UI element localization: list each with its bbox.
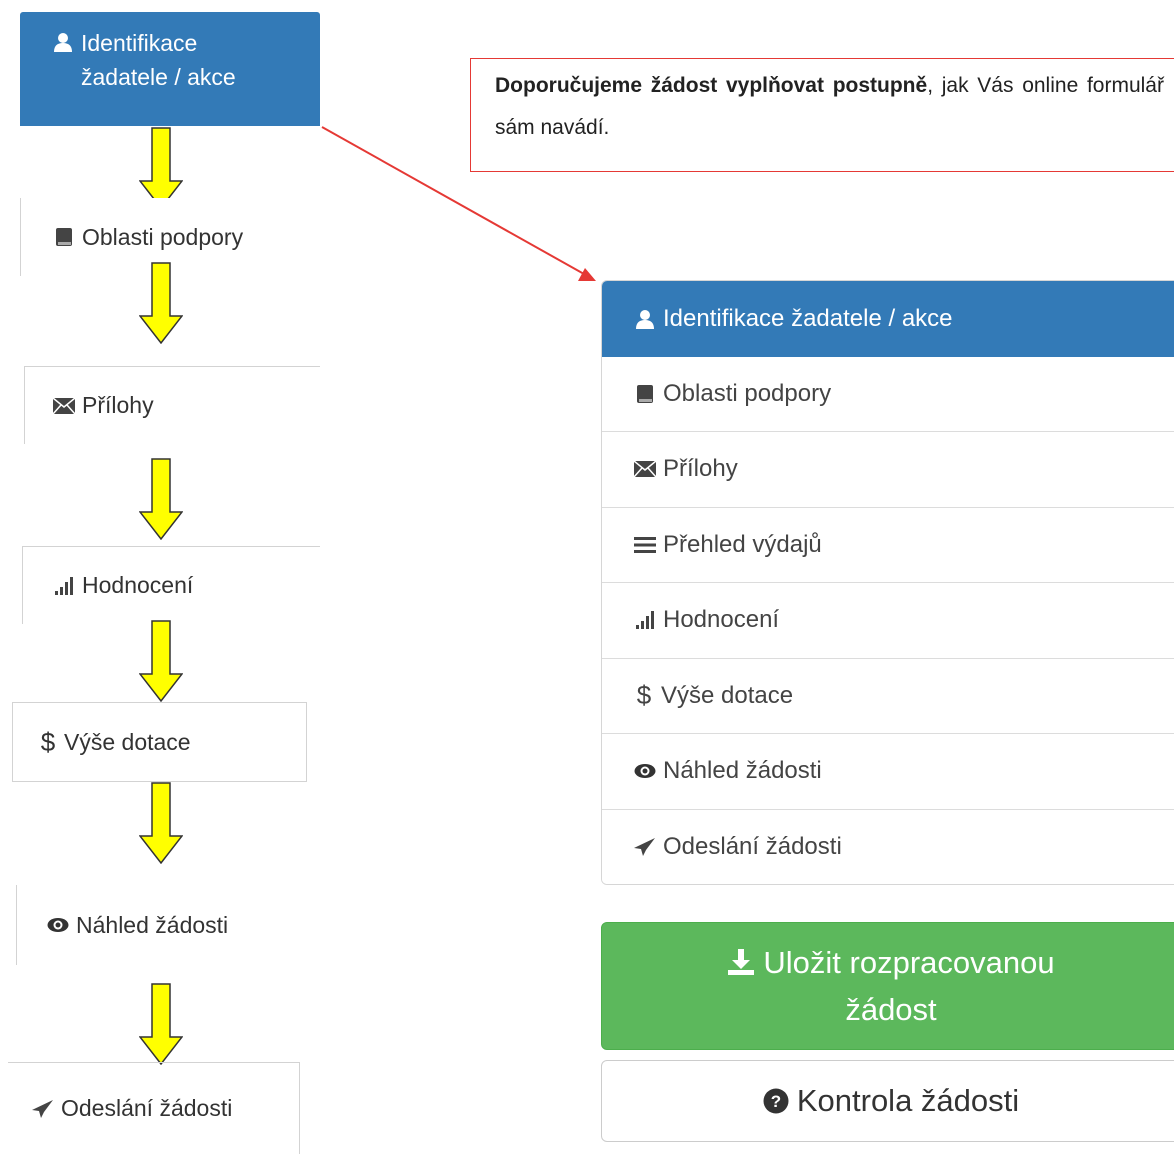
- menu-item-label: Oblasti podpory: [663, 379, 832, 407]
- dollar-icon: $: [40, 726, 56, 757]
- user-icon: [632, 307, 658, 331]
- callout-bold: Doporučujeme žádost vyplňovat postupně: [495, 74, 928, 97]
- flow-step-label: žadatele / akce: [81, 64, 236, 90]
- send-icon: [632, 835, 658, 859]
- save-button-label-line2: žádost: [845, 992, 937, 1027]
- save-button-label-line1: Uložit rozpracovanou: [763, 945, 1055, 980]
- callout-note: Doporučujeme žádost vyplňovat postupně, …: [470, 58, 1174, 172]
- flow-step-label: Odeslání žádosti: [61, 1095, 233, 1121]
- book-icon: [51, 225, 77, 249]
- down-arrow: [139, 458, 183, 540]
- flow-step-identifikace: Identifikace žadatele / akce: [20, 12, 320, 126]
- sidebar-menu: Identifikace žadatele / akce Oblasti pod…: [601, 280, 1174, 885]
- menu-item-label: Identifikace žadatele / akce: [663, 304, 953, 332]
- envelope-icon: [632, 457, 658, 481]
- down-arrow: [139, 262, 183, 344]
- flow-step-label: Identifikace: [81, 30, 198, 56]
- menu-item-prehled-vydaju[interactable]: Přehled výdajů: [602, 507, 1174, 583]
- flow-step-label: Výše dotace: [64, 728, 191, 755]
- download-icon: [727, 944, 755, 988]
- user-icon: [50, 30, 76, 54]
- menu-item-label: Přílohy: [663, 455, 738, 483]
- down-arrow: [139, 127, 183, 209]
- menu-item-vyse-dotace[interactable]: $ Výše dotace: [602, 658, 1174, 734]
- down-arrow: [139, 782, 183, 864]
- menu-item-odeslani[interactable]: Odeslání žádosti: [602, 809, 1174, 884]
- down-arrow: [139, 620, 183, 702]
- flow-step-hodnoceni: Hodnocení: [22, 546, 320, 624]
- flow-step-label: Hodnocení: [82, 572, 194, 598]
- menu-item-hodnoceni[interactable]: Hodnocení: [602, 583, 1174, 659]
- menu-item-label: Odeslání žádosti: [663, 833, 842, 861]
- menu-item-nahled[interactable]: Náhled žádosti: [602, 734, 1174, 810]
- flow-step-label: Přílohy: [82, 392, 154, 418]
- signal-icon: [632, 608, 658, 632]
- question-circle-icon: ?: [763, 1088, 789, 1114]
- send-icon: [30, 1097, 56, 1121]
- dollar-icon: $: [636, 680, 652, 711]
- svg-text:?: ?: [771, 1092, 781, 1111]
- flow-step-vyse-dotace: $ Výše dotace: [12, 702, 307, 782]
- flow-step-nahled: Náhled žádosti: [16, 885, 320, 965]
- envelope-icon: [51, 394, 77, 418]
- menu-item-label: Náhled žádosti: [663, 757, 822, 785]
- menu-item-prilohy[interactable]: Přílohy: [602, 432, 1174, 508]
- menu-item-label: Výše dotace: [661, 681, 794, 709]
- flow-step-odeslani: Odeslání žádosti: [8, 1062, 300, 1154]
- eye-icon: [632, 759, 658, 783]
- down-arrow: [139, 983, 183, 1065]
- eye-icon: [45, 913, 71, 937]
- signal-icon: [51, 574, 77, 598]
- flow-step-prilohy: Přílohy: [24, 366, 320, 444]
- menu-item-oblasti[interactable]: Oblasti podpory: [602, 356, 1174, 432]
- check-application-button[interactable]: ? Kontrola žádosti: [601, 1060, 1174, 1142]
- check-button-label: Kontrola žádosti: [796, 1083, 1020, 1118]
- menu-item-label: Přehled výdajů: [663, 530, 822, 558]
- menu-item-label: Hodnocení: [663, 606, 780, 634]
- book-icon: [632, 382, 658, 406]
- flow-step-label: Náhled žádosti: [76, 911, 229, 938]
- save-draft-button[interactable]: Uložit rozpracovanou žádost: [601, 922, 1174, 1050]
- flow-step-label: Oblasti podpory: [82, 223, 244, 250]
- menu-item-identifikace[interactable]: Identifikace žadatele / akce: [602, 281, 1174, 357]
- list-icon: [632, 533, 658, 557]
